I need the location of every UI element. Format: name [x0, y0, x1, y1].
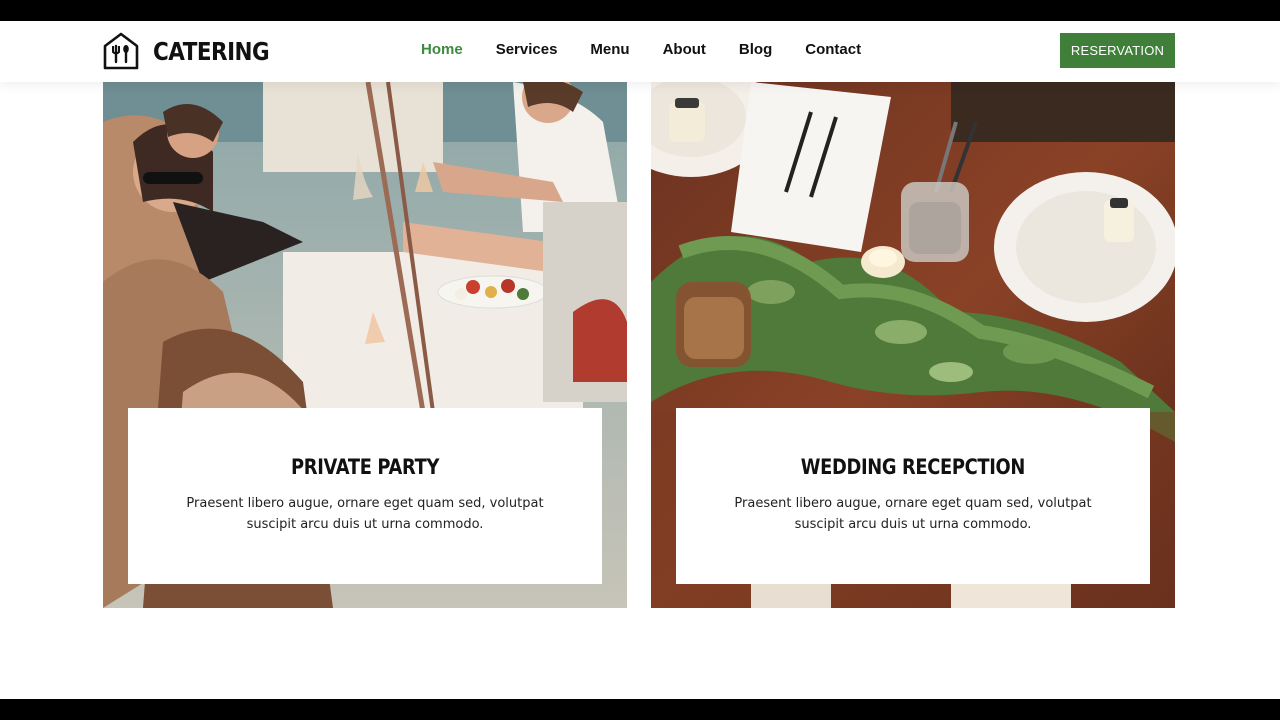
nav-about[interactable]: About — [663, 40, 706, 60]
service-card-wedding-reception[interactable]: WEDDING RECEPCTION Praesent libero augue… — [651, 82, 1175, 608]
card-title: PRIVATE PARTY — [291, 455, 439, 479]
nav-blog[interactable]: Blog — [739, 40, 772, 60]
brand-name: CATERING — [153, 36, 270, 66]
card-description: Praesent libero augue, ornare eget quam … — [186, 496, 544, 532]
main-nav: Home Services Menu About Blog Contact — [421, 40, 894, 60]
nav-menu[interactable]: Menu — [590, 40, 629, 60]
nav-contact[interactable]: Contact — [805, 40, 861, 60]
site-header: CATERING Home Services Menu About Blog C… — [0, 21, 1280, 82]
card-description: Praesent libero augue, ornare eget quam … — [734, 496, 1092, 532]
brand-logo[interactable]: CATERING — [103, 32, 288, 70]
page-frame: CATERING Home Services Menu About Blog C… — [0, 21, 1280, 699]
card-title: WEDDING RECEPCTION — [800, 455, 1026, 479]
nav-services[interactable]: Services — [496, 40, 558, 60]
nav-home[interactable]: Home — [421, 40, 463, 60]
reservation-button[interactable]: RESERVATION — [1060, 33, 1175, 68]
service-card-private-party[interactable]: PRIVATE PARTY Praesent libero augue, orn… — [103, 82, 627, 608]
card-content-box: PRIVATE PARTY Praesent libero augue, orn… — [128, 408, 602, 584]
card-content-box: WEDDING RECEPCTION Praesent libero augue… — [676, 408, 1150, 584]
house-fork-spoon-icon — [103, 32, 139, 70]
